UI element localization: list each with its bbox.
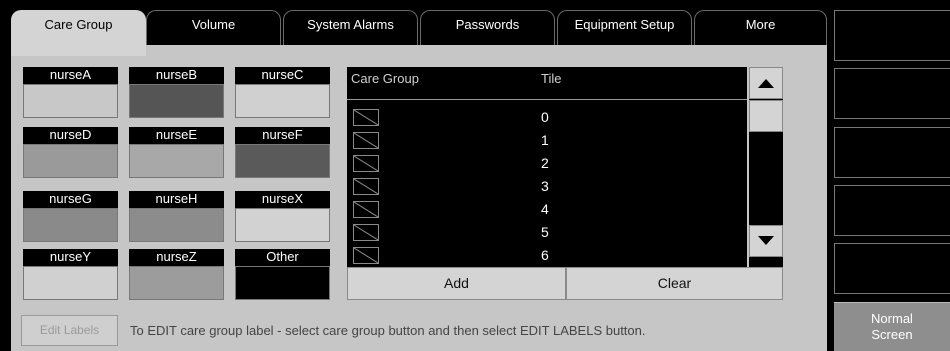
care-group-label: nurseC [235, 67, 330, 84]
column-care-group: Care Group [351, 71, 419, 86]
tile-number: 5 [541, 224, 549, 240]
list-scrollbar[interactable] [749, 67, 783, 267]
sidebar-button[interactable] [834, 68, 950, 119]
list-item[interactable]: 1 [347, 130, 747, 153]
care-group-button[interactable]: nurseG [23, 191, 118, 242]
list-item[interactable]: 4 [347, 199, 747, 222]
edit-labels-button[interactable]: Edit Labels [21, 315, 118, 346]
care-group-label: nurseZ [129, 249, 224, 266]
care-group-swatch [129, 144, 224, 178]
normal-screen-line2: Screen [871, 327, 913, 342]
care-group-label: nurseD [23, 127, 118, 144]
empty-swatch-icon [353, 247, 379, 264]
care-group-button[interactable]: nurseD [23, 127, 118, 178]
tile-number: 1 [541, 132, 549, 148]
sidebar-button[interactable] [834, 127, 950, 178]
sidebar-button[interactable] [834, 185, 950, 236]
tab-care-group[interactable]: Care Group [11, 10, 146, 56]
list-item[interactable]: 3 [347, 176, 747, 199]
empty-swatch-icon [353, 178, 379, 195]
care-group-swatch [129, 84, 224, 118]
tile-number: 0 [541, 109, 549, 125]
scroll-thumb[interactable] [749, 100, 783, 132]
tile-number: 4 [541, 201, 549, 217]
care-group-swatch [23, 84, 118, 118]
add-button[interactable]: Add [347, 267, 566, 300]
empty-swatch-icon [353, 132, 379, 149]
care-group-label: nurseG [23, 191, 118, 208]
empty-swatch-icon [353, 155, 379, 172]
care-group-swatch [235, 266, 330, 300]
arrow-down-icon [758, 236, 774, 245]
normal-screen-button[interactable]: Normal Screen [834, 302, 950, 351]
scroll-down-button[interactable] [749, 225, 783, 257]
list-header: Care Group Tile [347, 67, 747, 100]
care-group-swatch [235, 84, 330, 118]
care-group-button[interactable]: nurseF [235, 127, 330, 178]
care-group-button[interactable]: nurseE [129, 127, 224, 178]
empty-swatch-icon [353, 201, 379, 218]
care-group-label: nurseB [129, 67, 224, 84]
sidebar-button[interactable] [834, 10, 950, 61]
care-group-button[interactable]: nurseX [235, 191, 330, 242]
tile-number: 6 [541, 247, 549, 263]
tile-number: 3 [541, 178, 549, 194]
care-group-button[interactable]: nurseY [23, 249, 118, 300]
care-group-button[interactable]: Other [235, 249, 330, 300]
list-item[interactable]: 6 [347, 245, 747, 268]
care-group-button[interactable]: nurseA [23, 67, 118, 118]
empty-swatch-icon [353, 224, 379, 241]
column-tile: Tile [541, 71, 562, 86]
care-group-label: Other [235, 249, 330, 266]
right-sidebar: Normal Screen [827, 0, 950, 351]
care-group-label: nurseE [129, 127, 224, 144]
care-group-button[interactable]: nurseB [129, 67, 224, 118]
sidebar-button[interactable] [834, 243, 950, 294]
care-group-button[interactable]: nurseH [129, 191, 224, 242]
clear-button[interactable]: Clear [566, 267, 783, 300]
care-group-swatch [129, 208, 224, 242]
arrow-up-icon [758, 79, 774, 88]
care-group-tile-list[interactable]: Care Group Tile 0 1 2 3 4 5 6 [347, 67, 747, 267]
care-group-label: nurseA [23, 67, 118, 84]
scroll-up-button[interactable] [749, 67, 783, 99]
care-group-swatch [235, 208, 330, 242]
main-area: Care Group Volume System Alarms Password… [0, 0, 827, 351]
care-group-button[interactable]: nurseC [235, 67, 330, 118]
care-group-swatch [23, 144, 118, 178]
list-item[interactable]: 5 [347, 222, 747, 245]
care-group-swatch [23, 208, 118, 242]
list-item[interactable]: 0 [347, 107, 747, 130]
hint-text: To EDIT care group label - select care g… [130, 323, 646, 338]
care-group-label: nurseF [235, 127, 330, 144]
care-group-swatch [23, 266, 118, 300]
care-group-label: nurseH [129, 191, 224, 208]
care-group-swatch [129, 266, 224, 300]
care-group-swatch [235, 144, 330, 178]
list-item[interactable]: 2 [347, 153, 747, 176]
care-group-label: nurseX [235, 191, 330, 208]
empty-swatch-icon [353, 109, 379, 126]
care-group-label: nurseY [23, 249, 118, 266]
care-group-button[interactable]: nurseZ [129, 249, 224, 300]
tile-number: 2 [541, 155, 549, 171]
care-group-panel: nurseA nurseB nurseC nurseD nurseE nurse… [11, 45, 827, 351]
normal-screen-line1: Normal [871, 311, 913, 326]
